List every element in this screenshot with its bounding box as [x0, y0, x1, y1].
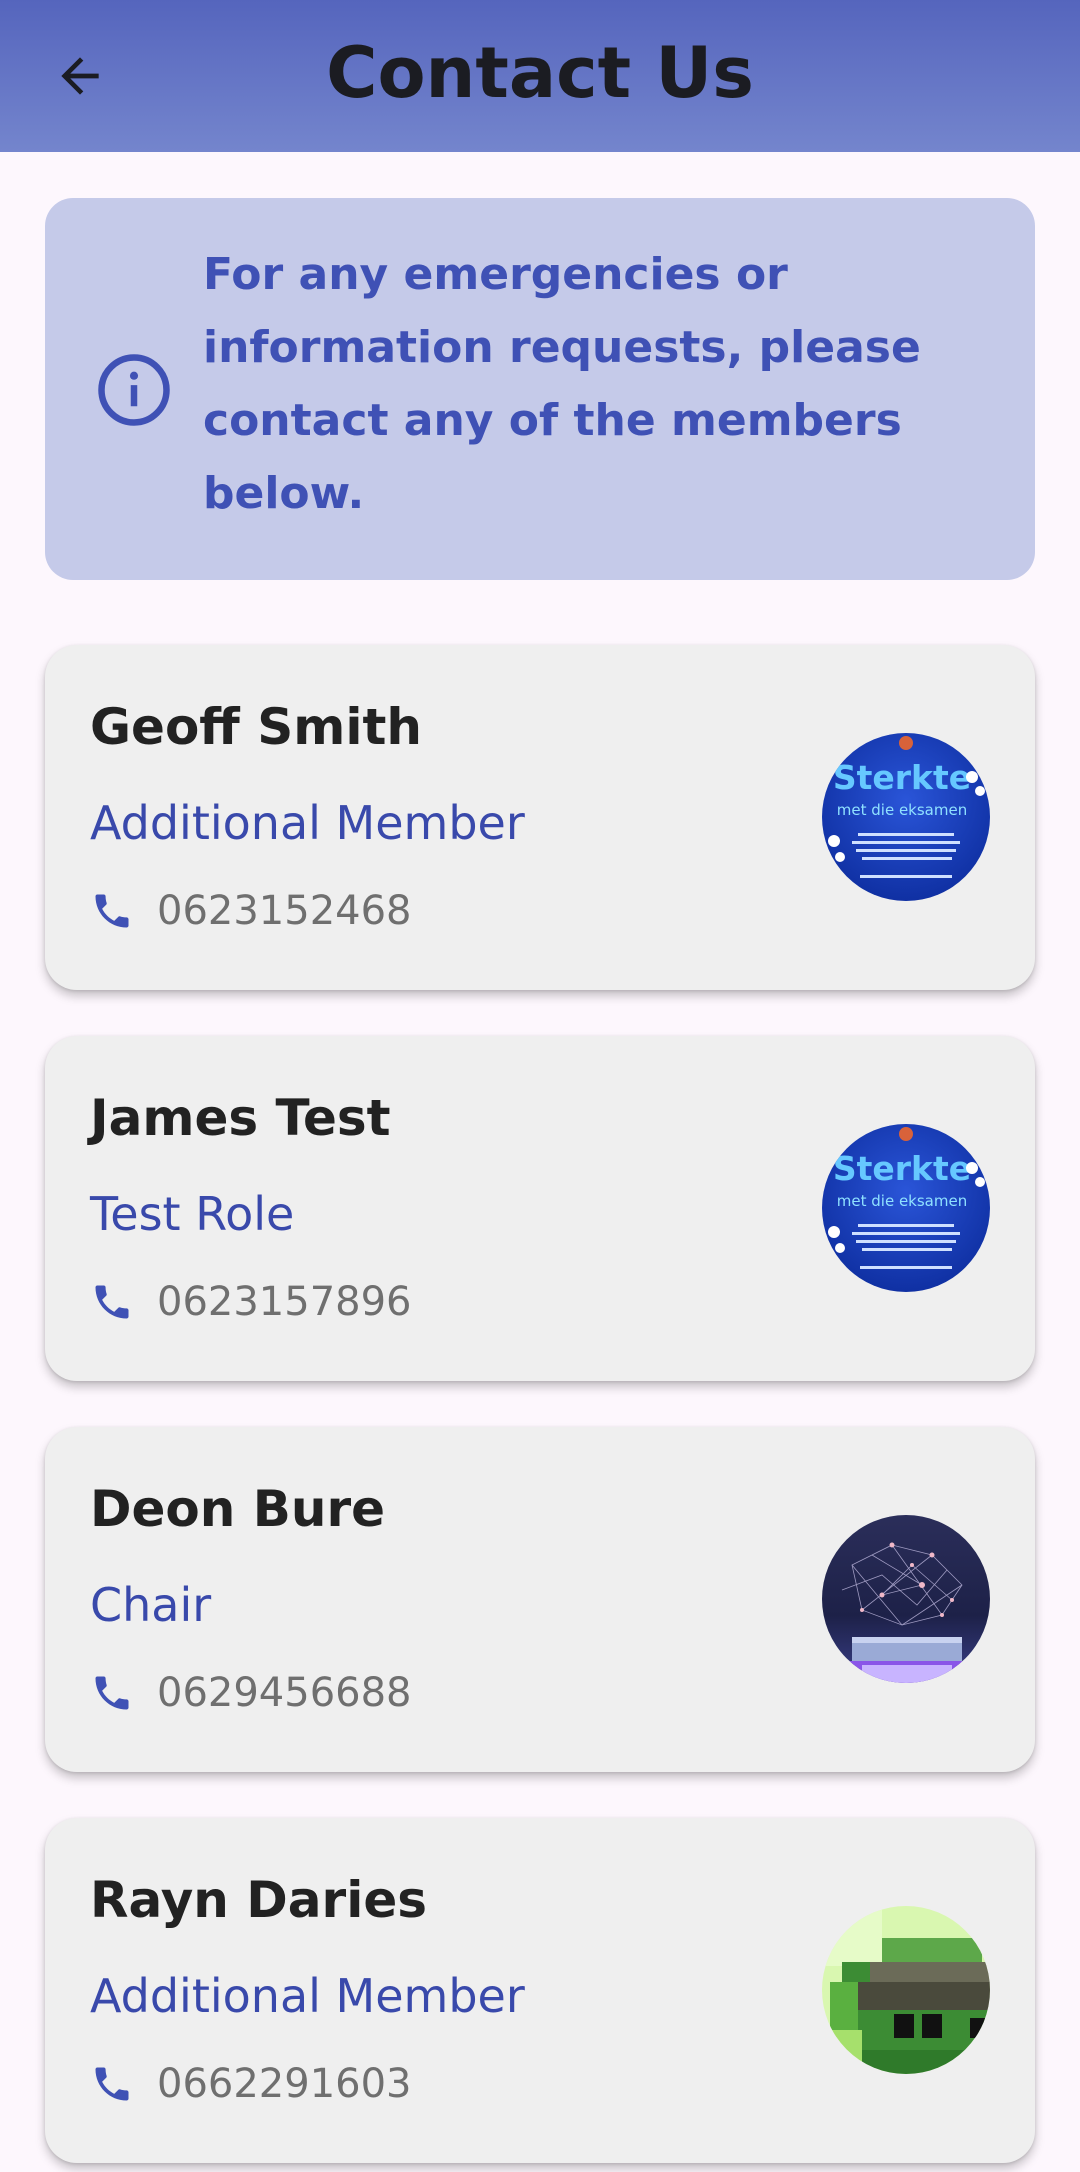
contact-card[interactable]: Rayn Daries Additional Member 0662291603	[45, 1818, 1035, 2163]
contact-card[interactable]: Deon Bure Chair 0629456688	[45, 1427, 1035, 1772]
contact-phone-row[interactable]: 0629456688	[90, 1665, 412, 1721]
contact-phone-row[interactable]: 0623152468	[90, 883, 412, 939]
contact-role: Additional Member	[90, 796, 525, 850]
svg-text:Sterkte: Sterkte	[833, 758, 971, 797]
contact-card[interactable]: Geoff Smith Additional Member 0623152468…	[45, 645, 1035, 990]
info-banner: For any emergencies or information reque…	[45, 198, 1035, 580]
network-stage-avatar	[822, 1515, 990, 1683]
app-bar: Contact Us	[0, 0, 1080, 152]
phone-icon	[95, 1676, 129, 1710]
contact-name: Rayn Daries	[90, 1871, 428, 1929]
contact-name: Geoff Smith	[90, 698, 422, 756]
contact-phone-row[interactable]: 0623157896	[90, 1274, 412, 1330]
phone-icon	[95, 894, 129, 928]
contact-role: Additional Member	[90, 1969, 525, 2023]
svg-text:met die eksamen: met die eksamen	[837, 1192, 967, 1210]
contact-phone: 0629456688	[157, 1670, 412, 1716]
info-message: For any emergencies or information reque…	[203, 249, 921, 519]
poster-avatar: Sterkte met die eksamen	[822, 1124, 990, 1292]
contact-phone: 0623157896	[157, 1279, 412, 1325]
svg-text:met die eksamen: met die eksamen	[837, 801, 967, 819]
svg-text:Sterkte: Sterkte	[833, 1149, 971, 1188]
page-title: Contact Us	[326, 32, 754, 114]
contact-role: Chair	[90, 1578, 212, 1632]
contact-card[interactable]: James Test Test Role 0623157896 Sterkte …	[45, 1036, 1035, 1381]
phone-icon	[95, 2067, 129, 2101]
phone-icon	[95, 1285, 129, 1319]
contact-name: James Test	[90, 1089, 391, 1147]
contact-phone: 0662291603	[157, 2061, 412, 2107]
contact-phone: 0623152468	[157, 888, 412, 934]
pixel-character-avatar	[822, 1906, 990, 2074]
info-icon	[98, 354, 170, 426]
poster-avatar: Sterkte met die eksamen	[822, 733, 990, 901]
contact-role: Test Role	[90, 1187, 295, 1241]
contact-name: Deon Bure	[90, 1480, 386, 1538]
contact-phone-row[interactable]: 0662291603	[90, 2056, 412, 2112]
